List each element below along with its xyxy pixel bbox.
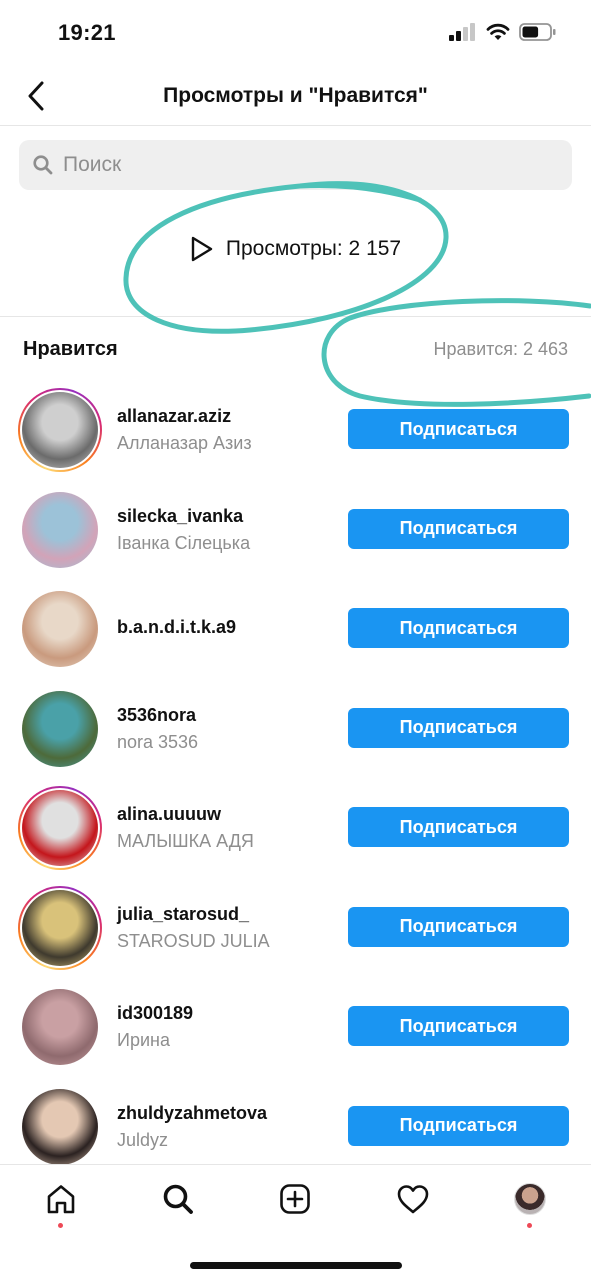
full-name: nora 3536: [117, 731, 199, 752]
full-name: Ирина: [117, 1030, 170, 1050]
profile-notification-dot: [527, 1223, 532, 1228]
story-ring[interactable]: [18, 388, 102, 472]
username[interactable]: id300189: [117, 1003, 193, 1024]
wifi-icon: [486, 23, 510, 40]
home-notification-dot: [58, 1223, 63, 1228]
home-indicator: [190, 1262, 402, 1269]
list-item[interactable]: id300189 Ирина Подписаться: [0, 977, 591, 1077]
avatar: [22, 790, 98, 866]
avatar-frame[interactable]: [18, 687, 102, 771]
avatar: [22, 989, 98, 1065]
tab-activity[interactable]: [395, 1181, 431, 1217]
follow-button[interactable]: Подписаться: [348, 608, 569, 648]
section-divider: [0, 316, 591, 317]
avatar-frame[interactable]: [18, 488, 102, 572]
views-count: Просмотры: 2 157: [225, 237, 402, 260]
follow-button[interactable]: Подписаться: [348, 906, 569, 947]
list-item[interactable]: b.a.n.d.i.t.k.a9 Подписаться: [0, 579, 591, 679]
list-item[interactable]: allanazar.aziz Алланазар Азиз Подписатьс…: [0, 380, 591, 480]
full-name: Juldyz: [117, 1129, 169, 1150]
likes-heading: Нравится: [23, 338, 118, 360]
play-icon: [191, 236, 213, 262]
tab-home[interactable]: [43, 1181, 79, 1217]
search-icon: [33, 155, 53, 175]
search-icon: [163, 1184, 193, 1214]
story-ring[interactable]: [18, 786, 102, 870]
avatar: [22, 491, 98, 568]
likes-count: Нравится: 2 463: [433, 339, 568, 359]
username[interactable]: 3536nora: [117, 705, 198, 726]
search-input[interactable]: [63, 153, 543, 177]
avatar: [22, 1088, 98, 1165]
list-item[interactable]: zhuldyzahmetova Juldyz Подписаться: [0, 1077, 591, 1166]
avatar: [22, 690, 98, 767]
list-item[interactable]: 3536nora nora 3536 Подписаться: [0, 679, 591, 779]
full-name: Іванка Сілецька: [117, 532, 251, 553]
search-bar[interactable]: [19, 140, 572, 190]
username[interactable]: b.a.n.d.i.t.k.a9: [117, 617, 236, 638]
nav-bar: Просмотры и "Нравится": [0, 66, 591, 126]
tab-profile[interactable]: [512, 1181, 548, 1217]
username[interactable]: alina.uuuuw: [117, 804, 254, 825]
avatar: [22, 392, 98, 468]
follow-button[interactable]: Подписаться: [348, 807, 569, 847]
cellular-signal-icon: [449, 23, 475, 41]
home-icon: [47, 1185, 75, 1214]
full-name: МАЛЫШКА АДЯ: [117, 831, 254, 851]
follow-button[interactable]: Подписаться: [348, 1105, 569, 1146]
list-item[interactable]: alina.uuuuw МАЛЫШКА АДЯ Подписаться: [0, 778, 591, 878]
battery-icon: [519, 23, 556, 41]
follow-button[interactable]: Подписаться: [348, 409, 569, 449]
avatar: [22, 591, 98, 667]
full-name: Алланазар Азиз: [117, 433, 252, 453]
username[interactable]: silecka_ivanka: [117, 506, 250, 527]
status-icons: [449, 22, 557, 42]
heart-icon: [397, 1185, 429, 1214]
avatar-frame[interactable]: [18, 1085, 102, 1166]
tab-search[interactable]: [160, 1181, 196, 1217]
follow-button[interactable]: Подписаться: [348, 1006, 569, 1046]
avatar: [22, 889, 98, 966]
story-ring[interactable]: [18, 885, 102, 970]
status-time: 19:21: [58, 20, 116, 45]
plus-square-icon: [280, 1184, 310, 1214]
profile-avatar-icon: [514, 1183, 546, 1215]
avatar-frame[interactable]: [18, 985, 102, 1069]
tab-new-post[interactable]: [277, 1181, 313, 1217]
list-item[interactable]: julia_starosud_ STAROSUD JULIA Подписать…: [0, 878, 591, 978]
list-item[interactable]: silecka_ivanka Іванка Сілецька Подписать…: [0, 480, 591, 580]
avatar-frame[interactable]: [18, 587, 102, 671]
full-name: STAROSUD JULIA: [117, 930, 270, 951]
page-title: Просмотры и "Нравится": [163, 84, 428, 107]
follow-button[interactable]: Подписаться: [348, 707, 569, 748]
likers-list: allanazar.aziz Алланазар Азиз Подписатьс…: [0, 380, 591, 1166]
username[interactable]: allanazar.aziz: [117, 406, 252, 427]
follow-button[interactable]: Подписаться: [348, 508, 569, 549]
username[interactable]: julia_starosud_: [117, 904, 270, 925]
status-bar: 19:21: [0, 0, 591, 66]
views-summary: Просмотры: 2 157: [0, 236, 591, 262]
username[interactable]: zhuldyzahmetova: [117, 1103, 267, 1124]
